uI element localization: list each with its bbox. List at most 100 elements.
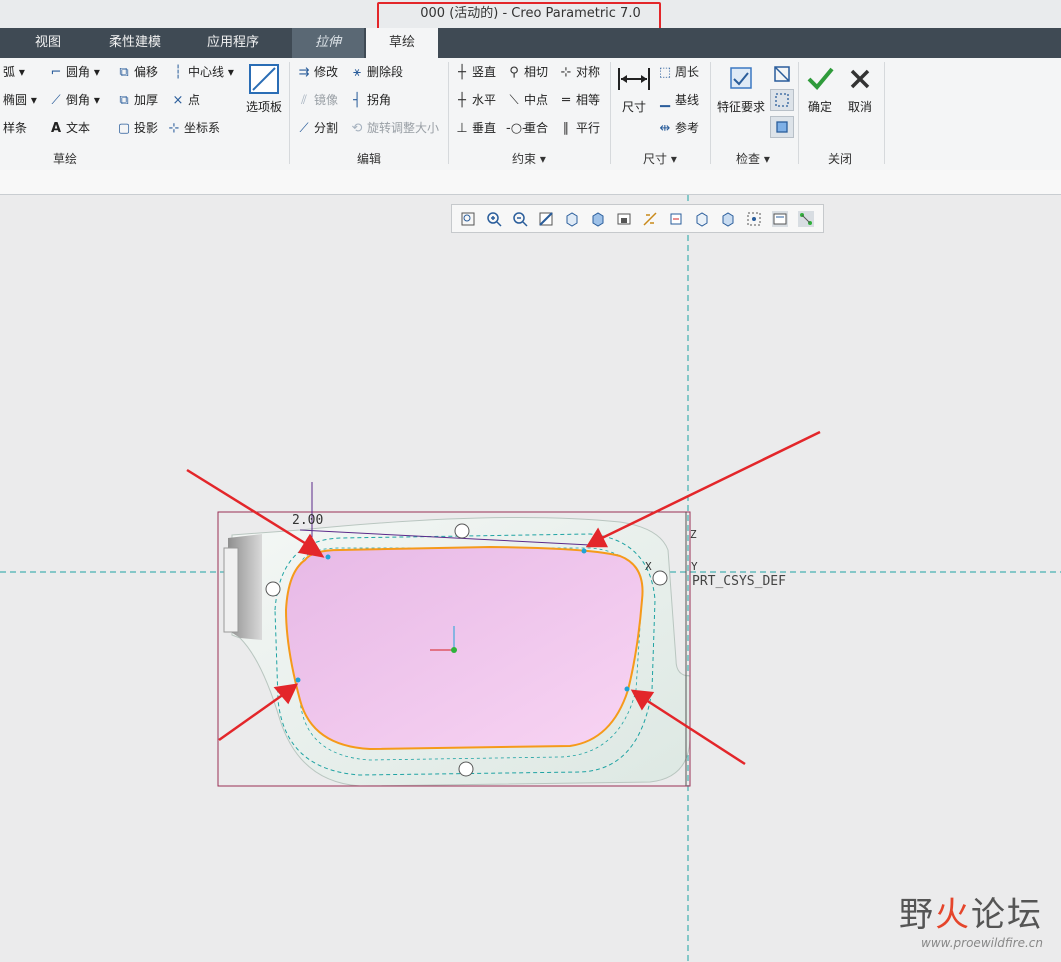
- spline-button[interactable]: 样条: [3, 117, 27, 139]
- group-label-constrain[interactable]: 约束 ▾: [512, 150, 546, 167]
- tangent-constraint-button[interactable]: ⚲ 相切: [506, 61, 548, 83]
- annotation-arrow: [585, 430, 821, 548]
- thicken-button[interactable]: ⧉ 加厚: [116, 89, 158, 111]
- spline-point[interactable]: [581, 548, 587, 554]
- parallel-constraint-button[interactable]: ∥ 平行: [558, 117, 600, 139]
- open-ends-icon: [775, 93, 789, 107]
- vertical-icon: ┼: [458, 65, 466, 80]
- vertical-constraint-button[interactable]: ┼ 竖直: [454, 61, 496, 83]
- chamfer-icon: ⟋: [51, 93, 61, 108]
- tangent-icon: ⚲: [509, 65, 519, 80]
- display-style-icon[interactable]: [564, 211, 580, 227]
- tab-applications[interactable]: 应用程序: [193, 28, 273, 58]
- axis-label-z: Z: [690, 528, 697, 541]
- watermark-brand: 野火论坛: [899, 895, 1043, 935]
- overlapping-geometry-icon: [774, 66, 790, 82]
- equal-icon: ═: [562, 93, 570, 108]
- delete-segment-icon: ⚹: [353, 65, 361, 80]
- modify-button[interactable]: ⇉ 修改: [296, 61, 338, 83]
- tab-sketch[interactable]: 草绘: [366, 28, 438, 58]
- spline-point[interactable]: [624, 686, 630, 692]
- relations-icon[interactable]: [798, 211, 814, 227]
- view-manager-icon[interactable]: [616, 211, 632, 227]
- group-label-sketch: 草绘: [53, 152, 78, 166]
- text-button[interactable]: A 文本: [48, 117, 90, 139]
- dimension-icon: [618, 68, 650, 90]
- spin-center-icon[interactable]: [694, 211, 710, 227]
- feature-requirements-button[interactable]: 特征要求: [714, 64, 768, 115]
- annotation-display-icon[interactable]: [668, 211, 684, 227]
- fillet-button[interactable]: ⌐ 圆角 ▾: [48, 61, 100, 83]
- feature-requirements-icon: [730, 67, 752, 89]
- datum-display-icon[interactable]: [642, 211, 658, 227]
- saved-orientations-icon[interactable]: [590, 211, 606, 227]
- sketch-display-icon[interactable]: [746, 211, 762, 227]
- group-label-edit: 编辑: [357, 152, 382, 166]
- group-label-inspect[interactable]: 检查 ▾: [736, 150, 770, 167]
- coordinate-system-button[interactable]: ⊹ 坐标系: [166, 117, 220, 139]
- corner-button[interactable]: ┤ 拐角: [349, 89, 391, 111]
- offset-button[interactable]: ⧉ 偏移: [116, 61, 158, 83]
- equal-constraint-button[interactable]: ═ 相等: [558, 89, 600, 111]
- overlapping-geometry-button[interactable]: [772, 64, 792, 84]
- highlight-open-ends-button[interactable]: [770, 89, 794, 111]
- parallel-icon: ∥: [562, 121, 570, 136]
- baseline-button[interactable]: ▁ 基线: [657, 89, 699, 111]
- spline-point[interactable]: [295, 677, 301, 683]
- tab-extrude[interactable]: 拉伸: [292, 28, 364, 58]
- perpendicular-icon: ⊥: [456, 121, 468, 136]
- spline-point[interactable]: [325, 554, 331, 560]
- separator: [884, 62, 885, 164]
- sketch-viewport[interactable]: 2.00 PRT_CSYS_DEF X Y Z: [0, 195, 1061, 962]
- tangent-constraint-symbol[interactable]: [454, 523, 470, 539]
- project-icon: ▢: [117, 121, 131, 136]
- repaint-icon[interactable]: [538, 211, 554, 227]
- horizontal-constraint-button[interactable]: ┼ 水平: [454, 89, 496, 111]
- graphics-area[interactable]: 2.00 PRT_CSYS_DEF X Y Z 野火论坛 www.proewil…: [0, 195, 1061, 962]
- divide-button[interactable]: ⟋ 分割: [296, 117, 338, 139]
- project-button[interactable]: ▢ 投影: [116, 117, 158, 139]
- corner-icon: ┤: [353, 93, 361, 108]
- separator: [610, 62, 611, 164]
- ok-button[interactable]: 确定: [802, 64, 838, 115]
- tab-view[interactable]: 视图: [20, 28, 76, 58]
- ellipse-button[interactable]: 椭圆 ▾: [3, 89, 37, 111]
- origin-point[interactable]: [451, 647, 457, 653]
- refit-icon[interactable]: [460, 211, 476, 227]
- symmetric-constraint-button[interactable]: ⊹ 对称: [558, 61, 600, 83]
- sketch-view-icon[interactable]: [772, 211, 788, 227]
- dimension-button[interactable]: 尺寸: [614, 64, 654, 115]
- separator: [798, 62, 799, 164]
- offset-icon: ⧉: [119, 65, 129, 80]
- tangent-constraint-symbol[interactable]: [458, 761, 474, 777]
- perspective-icon[interactable]: [720, 211, 736, 227]
- delete-segment-button[interactable]: ⚹ 删除段: [349, 61, 403, 83]
- rotate-resize-button[interactable]: ⟲ 旋转调整大小: [349, 117, 439, 139]
- mirror-button[interactable]: ⫽ 镜像: [296, 89, 338, 111]
- status-strip: [0, 170, 1061, 195]
- tangent-constraint-symbol[interactable]: [265, 581, 281, 597]
- group-label-dimension[interactable]: 尺寸 ▾: [643, 150, 677, 167]
- cancel-button[interactable]: 取消: [842, 64, 878, 115]
- zoom-out-icon[interactable]: [512, 211, 528, 227]
- forum-watermark: 野火论坛 www.proewildfire.cn: [899, 887, 1043, 950]
- reference-button[interactable]: ⇹ 参考: [657, 117, 699, 139]
- perimeter-button[interactable]: ⬚ 周长: [657, 61, 699, 83]
- tab-flexible-modeling[interactable]: 柔性建模: [96, 28, 174, 58]
- palette-button[interactable]: 选项板: [244, 64, 284, 115]
- point-button[interactable]: × 点: [170, 89, 200, 111]
- midpoint-icon: ⟍: [509, 93, 519, 108]
- separator: [710, 62, 711, 164]
- centerline-button[interactable]: ┆ 中心线 ▾: [170, 61, 234, 83]
- coincident-constraint-button[interactable]: -○-重合: [506, 117, 548, 139]
- chamfer-button[interactable]: ⟋ 倒角 ▾: [48, 89, 99, 111]
- shade-closed-loops-button[interactable]: [770, 116, 794, 138]
- dimension-value[interactable]: 2.00: [292, 513, 323, 528]
- arc-button[interactable]: 弧 ▾: [3, 61, 25, 83]
- midpoint-constraint-button[interactable]: ⟍ 中点: [506, 89, 548, 111]
- zoom-in-icon[interactable]: [486, 211, 502, 227]
- graphics-toolbar: [451, 204, 824, 233]
- tangent-constraint-symbol[interactable]: [652, 570, 668, 586]
- perpendicular-constraint-button[interactable]: ⊥ 垂直: [454, 117, 496, 139]
- sketch-closed-loop[interactable]: [284, 545, 644, 751]
